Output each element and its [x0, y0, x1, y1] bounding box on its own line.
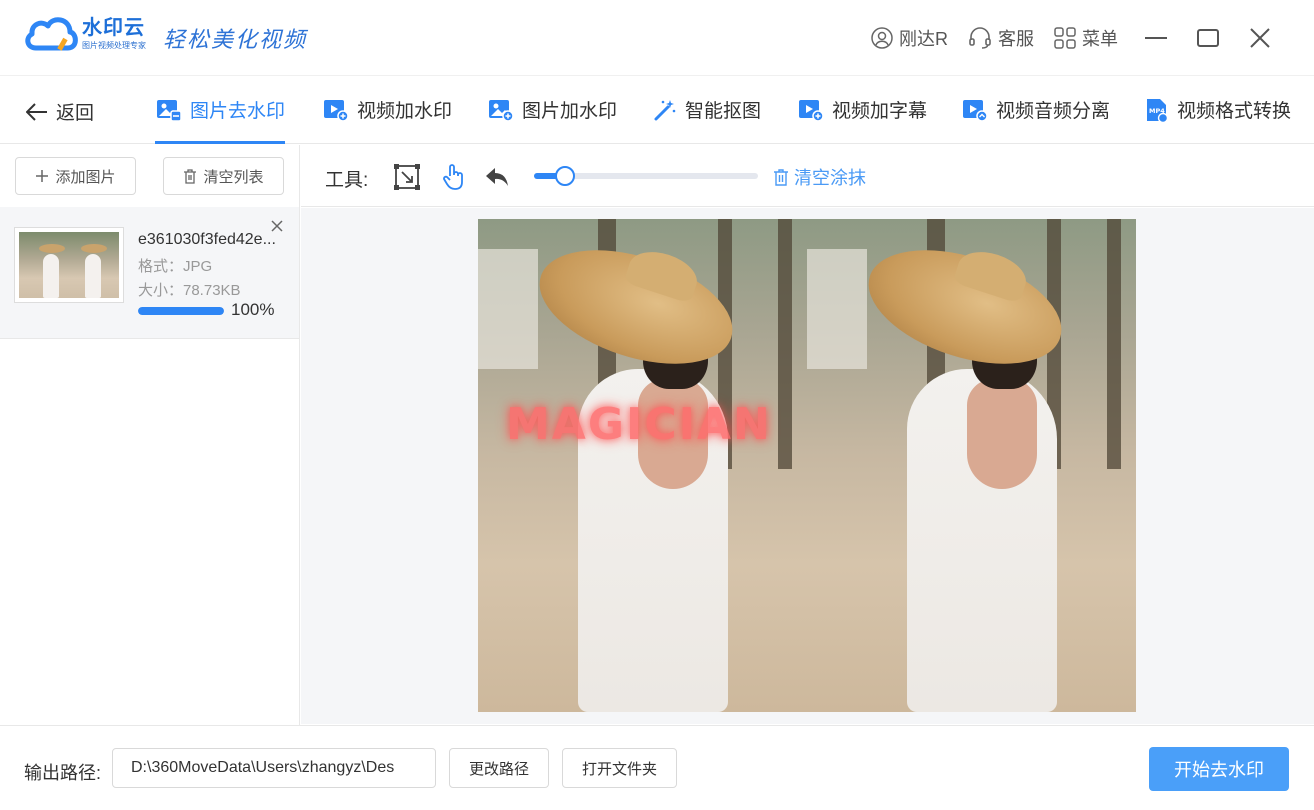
add-image-button[interactable]: 添加图片 [15, 157, 136, 195]
minimize-button[interactable] [1142, 24, 1170, 52]
file-thumbnail [14, 227, 124, 303]
clear-paint-label: 清空涂抹 [794, 168, 866, 188]
video-icon [324, 99, 349, 122]
output-path-label: 输出路径: [24, 763, 102, 783]
clear-list-label: 清空列表 [203, 168, 264, 186]
app-name: 水印云 [82, 17, 145, 39]
file-progress-bar [138, 307, 224, 315]
tab-label: 视频加字幕 [832, 101, 928, 122]
photo-panel-right [807, 219, 1136, 712]
mp4-icon: MP4 [1147, 98, 1169, 123]
image-add-icon [489, 99, 514, 122]
preview-image[interactable]: MAGICIAN [478, 219, 1136, 712]
photo-panel-left: MAGICIAN [478, 219, 807, 712]
file-format: 格式：JPG [138, 258, 213, 275]
maximize-button[interactable] [1194, 24, 1222, 52]
menu-label: 菜单 [1082, 29, 1118, 49]
cloud-logo-icon [24, 14, 78, 54]
brush-size-slider[interactable] [534, 166, 758, 186]
hand-tool[interactable] [440, 163, 468, 191]
active-tab-indicator [155, 141, 285, 144]
title-bar: 水印云 图片视频处理专家 轻松美化视频 刚达R 客服 菜单 [0, 0, 1314, 76]
tab-label: 视频加水印 [357, 101, 453, 122]
video-audio-icon [963, 99, 988, 122]
output-path-field[interactable]: D:\360MoveData\Users\zhangyz\Des [112, 748, 436, 788]
close-window-button[interactable] [1246, 24, 1274, 52]
hand-pointer-icon [443, 164, 463, 190]
tab-label: 视频音频分离 [996, 101, 1111, 122]
file-list-item[interactable]: e361030f3fed42e... 格式：JPG 大小：78.73KB 100… [0, 207, 299, 339]
back-button[interactable]: 返回 [26, 98, 94, 125]
preview-canvas[interactable]: MAGICIAN [301, 208, 1314, 724]
tab-smart-cutout[interactable]: 智能抠图 [653, 96, 761, 123]
undo-icon [486, 168, 508, 186]
select-region-tool[interactable] [393, 163, 421, 191]
file-progress-label: 100% [231, 300, 275, 319]
tab-label: 图片去水印 [190, 101, 286, 122]
tab-label: 智能抠图 [685, 101, 762, 122]
support-label: 客服 [998, 29, 1034, 49]
edit-toolbar: 工具: 清空涂抹 [301, 145, 1314, 207]
grid-menu-icon [1054, 27, 1076, 49]
headset-icon [969, 27, 991, 49]
plus-icon [36, 170, 49, 182]
undo-tool[interactable] [483, 163, 511, 191]
clear-paint-button[interactable]: 清空涂抹 [773, 164, 866, 190]
tab-image-add-watermark[interactable]: 图片加水印 [488, 96, 617, 123]
user-icon [871, 27, 893, 49]
minimize-icon [1145, 37, 1167, 39]
menu-button[interactable]: 菜单 [1054, 25, 1118, 51]
change-path-button[interactable]: 更改路径 [449, 748, 549, 788]
clear-list-button[interactable]: 清空列表 [163, 157, 284, 195]
add-image-label: 添加图片 [55, 168, 116, 186]
tab-image-remove-watermark[interactable]: 图片去水印 [156, 96, 285, 123]
slider-handle[interactable] [554, 166, 575, 186]
file-list-panel: 添加图片 清空列表 e361030f3fed42e... 格式：JPG 大小：7… [0, 145, 300, 725]
open-folder-button[interactable]: 打开文件夹 [562, 748, 677, 788]
start-remove-watermark-button[interactable]: 开始去水印 [1149, 747, 1289, 791]
close-icon [1250, 28, 1270, 48]
app-slogan: 轻松美化视频 [163, 28, 308, 53]
tab-video-add-subtitle[interactable]: 视频加字幕 [798, 96, 927, 123]
toolbar-label: 工具: [325, 170, 369, 191]
file-size: 大小：78.73KB [138, 282, 241, 299]
tab-video-add-watermark[interactable]: 视频加水印 [323, 96, 452, 123]
tab-video-audio-split[interactable]: 视频音频分离 [962, 96, 1110, 123]
maximize-icon [1197, 29, 1219, 47]
output-bar: 输出路径: D:\360MoveData\Users\zhangyz\Des 更… [0, 725, 1314, 810]
video-subtitle-icon [799, 99, 824, 122]
tab-video-format-convert[interactable]: MP4 视频格式转换 [1145, 96, 1291, 123]
feature-tab-bar: 返回 图片去水印 视频加水印 图片加水印 智能抠图 视频加字幕 视频音频分离 M… [0, 76, 1314, 144]
tab-label: 图片加水印 [522, 101, 618, 122]
tab-label: 视频格式转换 [1177, 101, 1292, 122]
user-account[interactable]: 刚达R [871, 25, 948, 51]
watermark-text: MAGICIAN [506, 399, 772, 450]
progress-fill [138, 307, 224, 315]
select-box-icon [394, 164, 420, 190]
file-name: e361030f3fed42e... [138, 231, 276, 248]
app-subtitle: 图片视频处理专家 [82, 41, 146, 50]
magic-wand-icon [654, 99, 676, 120]
back-label: 返回 [56, 103, 95, 124]
user-name: 刚达R [899, 29, 948, 49]
trash-icon [184, 168, 197, 184]
support-button[interactable]: 客服 [968, 25, 1034, 51]
app-logo: 水印云 图片视频处理专家 [24, 14, 146, 54]
arrow-left-icon [26, 102, 47, 121]
image-icon [157, 99, 182, 122]
trash-icon [774, 168, 788, 186]
